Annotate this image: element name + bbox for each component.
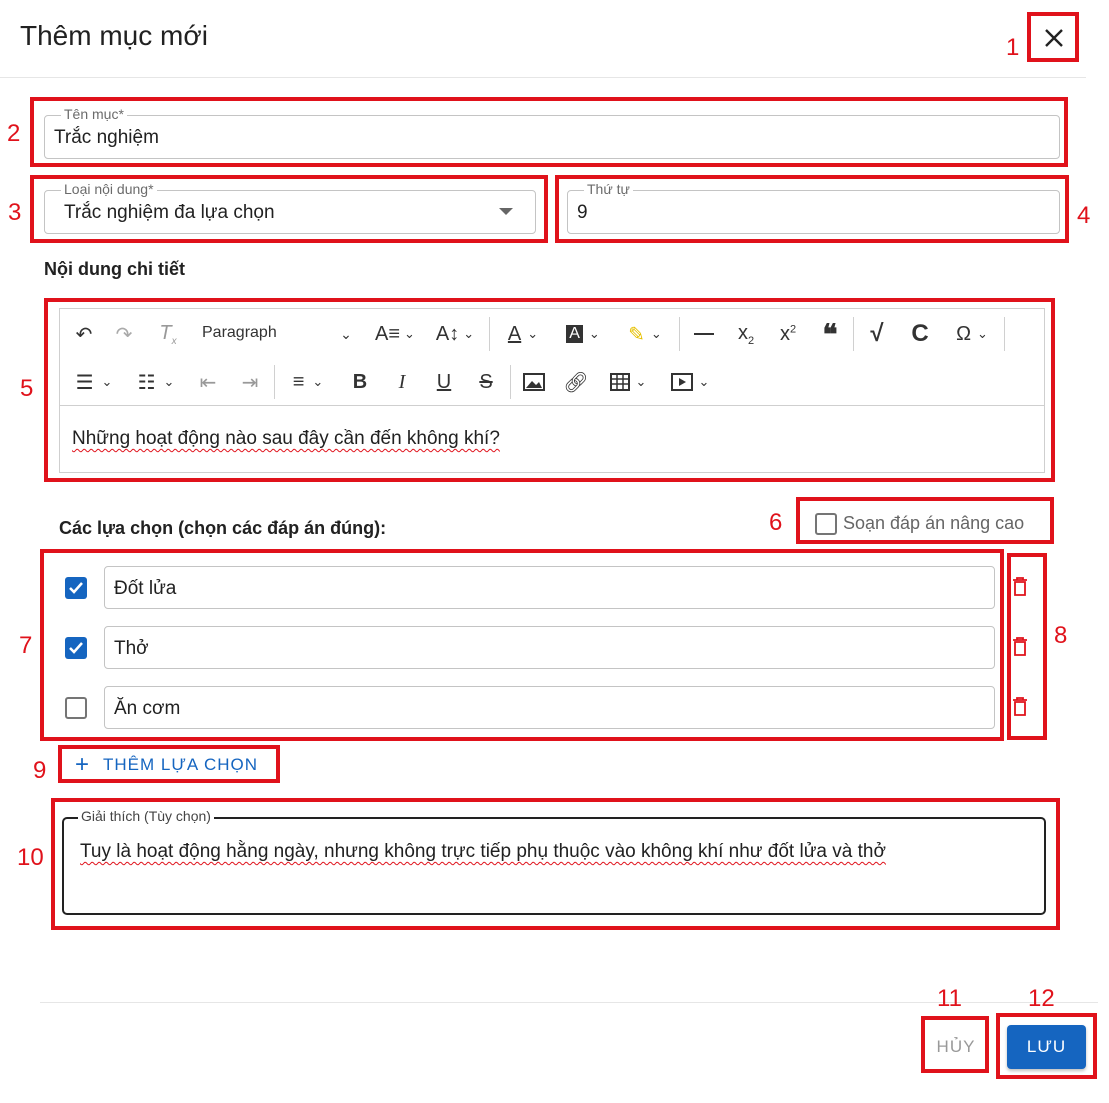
header-divider	[0, 77, 1086, 78]
annotation-number: 5	[20, 375, 34, 402]
choices-heading: Các lựa chọn (chọn các đáp án đúng):	[59, 518, 387, 538]
detail-heading: Nội dung chi tiết	[44, 259, 185, 279]
annotation-box-7	[40, 549, 1004, 741]
annotation-box-5	[44, 298, 1055, 482]
annotation-box-9	[58, 745, 280, 783]
annotation-box-3	[30, 175, 548, 243]
annotation-box-4	[555, 175, 1069, 243]
annotation-number: 3	[8, 199, 22, 226]
annotation-box-12	[996, 1013, 1097, 1079]
annotation-box-1	[1027, 12, 1079, 62]
annotation-box-8	[1007, 553, 1047, 740]
annotation-box-2	[30, 97, 1068, 167]
annotation-box-10	[51, 798, 1060, 930]
annotation-box-11	[921, 1016, 989, 1073]
annotation-number: 1	[1006, 34, 1020, 61]
annotation-number: 7	[19, 632, 33, 659]
annotation-number: 8	[1054, 622, 1068, 649]
annotation-number: 6	[769, 509, 783, 536]
annotation-number: 11	[937, 985, 962, 1012]
annotation-number: 10	[17, 844, 44, 871]
annotation-box-6	[796, 497, 1054, 544]
annotation-number: 12	[1028, 985, 1055, 1012]
annotation-number: 4	[1077, 202, 1091, 229]
annotation-number: 2	[7, 120, 21, 147]
dialog-title: Thêm mục mới	[20, 20, 208, 51]
annotation-number: 9	[33, 757, 47, 784]
